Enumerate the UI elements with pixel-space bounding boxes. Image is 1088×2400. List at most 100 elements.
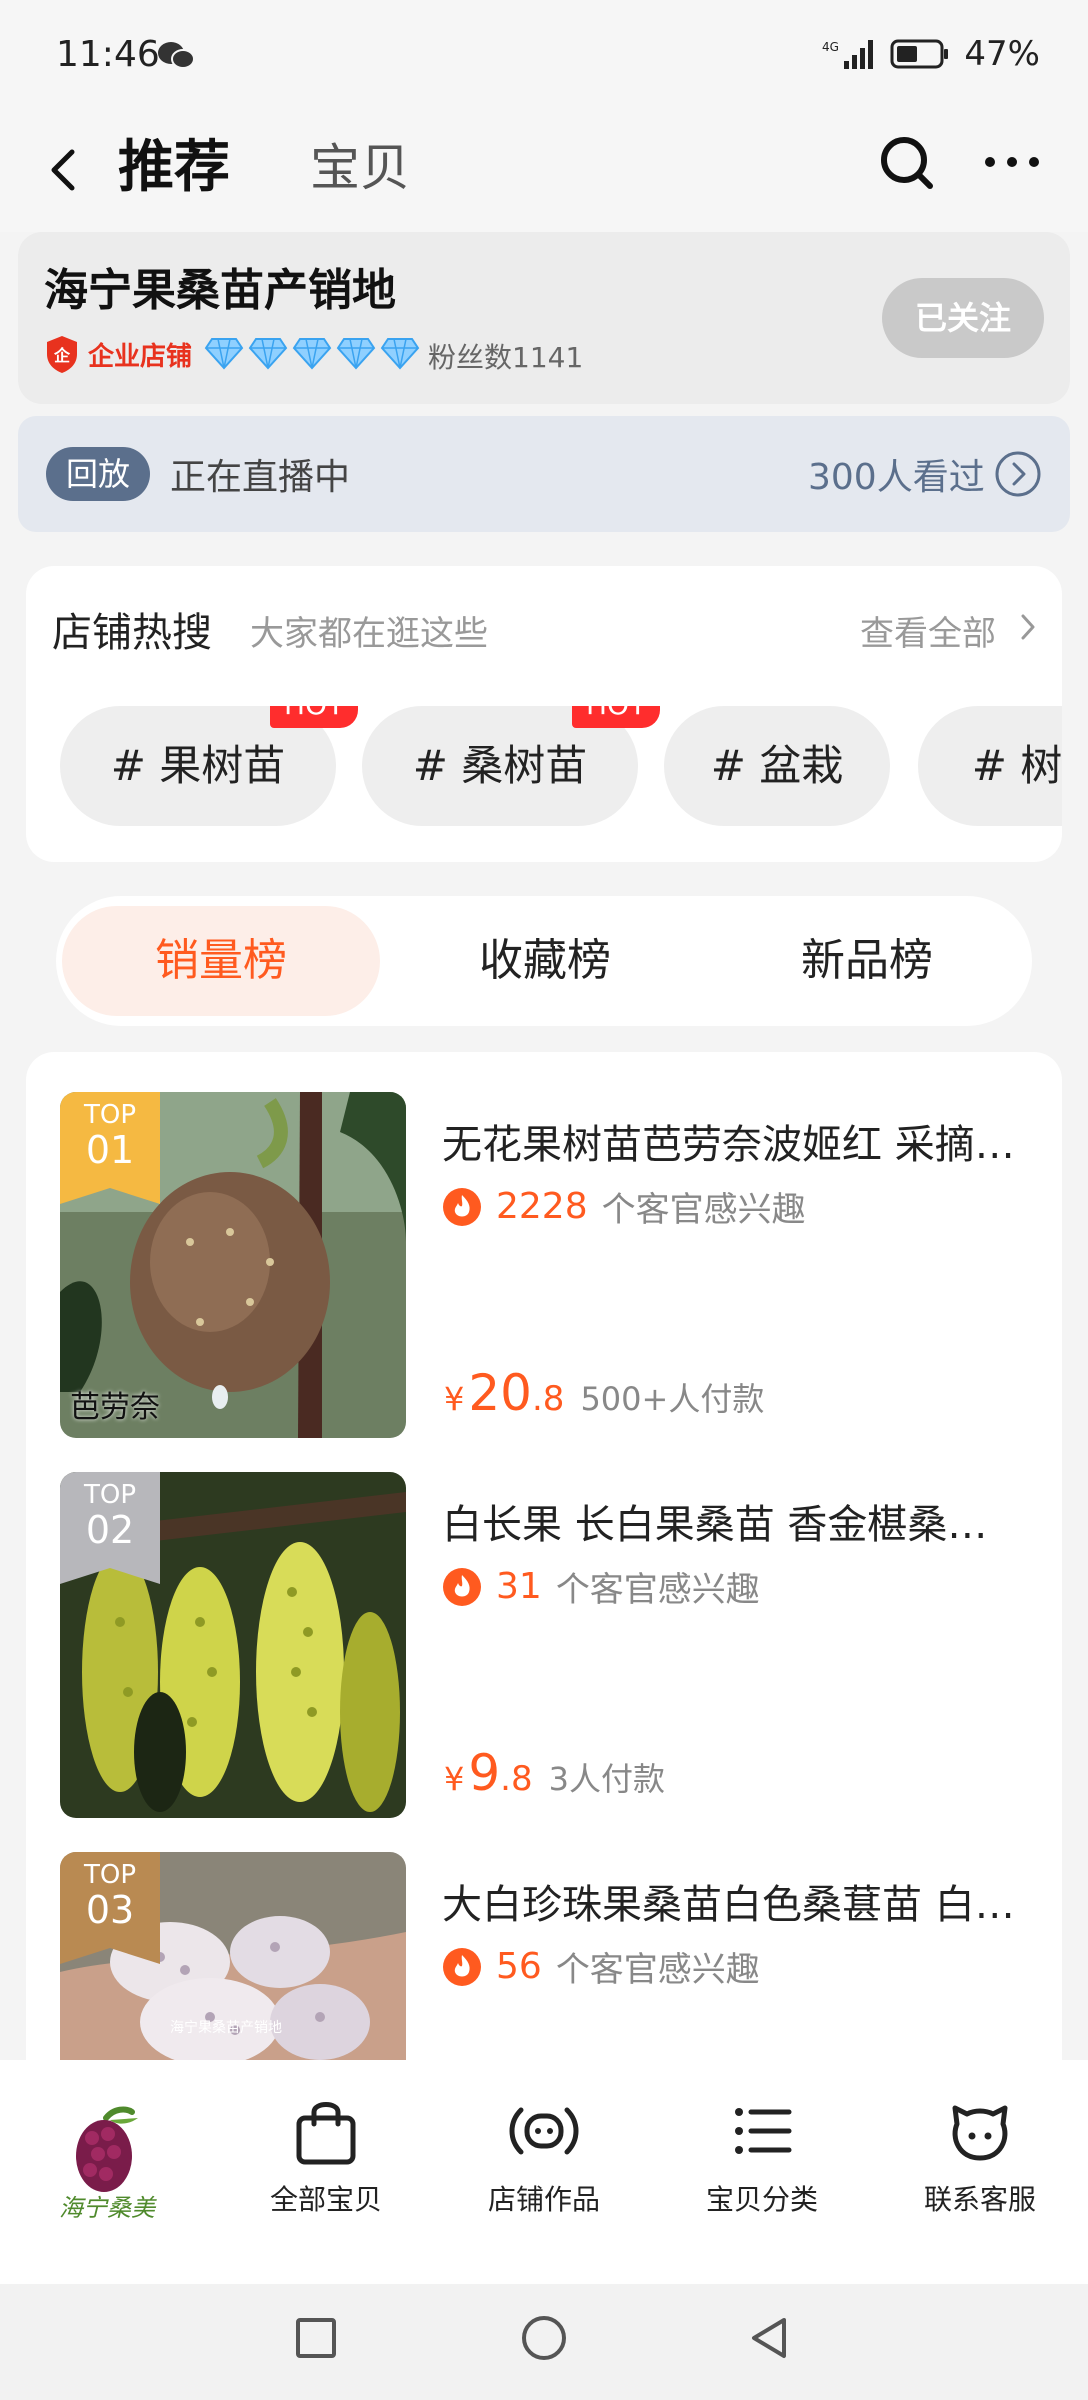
tab-sales-ranking[interactable]: 销量榜 (62, 906, 380, 1016)
tab-items[interactable]: 宝贝 (310, 128, 410, 200)
store-logo[interactable]: 海宁桑美 (48, 2098, 166, 2238)
image-caption: 芭劳奈 (70, 1390, 160, 1425)
product-title[interactable]: 无花果树苗芭劳奈波姬红 采摘… (442, 1112, 1042, 1170)
nav-store-works[interactable]: 店铺作品 (464, 2094, 624, 2218)
list-icon (735, 2108, 792, 2154)
replay-badge: 回放 (46, 447, 150, 501)
interest-label: 个客官感兴趣 (601, 1190, 806, 1230)
recent-apps-icon[interactable] (296, 2318, 336, 2358)
hot-tag[interactable]: # 盆栽 (664, 706, 890, 826)
paid-count: 3人付款 (548, 1760, 665, 1798)
nav-label: 店铺作品 (487, 2183, 600, 2216)
shield-icon: 企 (47, 336, 77, 373)
rank-top-label: TOP (83, 1860, 137, 1890)
store-logo-text: 海宁桑美 (59, 2194, 157, 2222)
image-caption: 海宁果桑苗产销地 (170, 2019, 282, 2036)
follow-button[interactable]: 已关注 (882, 278, 1044, 358)
svg-text:企: 企 (53, 346, 71, 365)
interest-number: 2228 (496, 1186, 588, 1227)
price-integer: 20 (468, 1364, 532, 1422)
svg-text:4G: 4G (822, 40, 839, 54)
rank-number: 03 (85, 1888, 135, 1932)
fan-count: 粉丝数1141 (428, 341, 584, 374)
system-back-icon[interactable] (746, 2314, 790, 2362)
hot-search-subtitle: 大家都在逛这些 (250, 614, 488, 654)
product-price: ¥ 20 .8 500+人付款 (444, 1364, 764, 1422)
product-item[interactable]: TOP 01 芭劳奈 无花果树苗芭劳奈波姬红 采摘… 2228 个客官感兴趣 ¥… (26, 1052, 1062, 1438)
nav-categories[interactable]: 宝贝分类 (682, 2094, 842, 2218)
top-navigation: 推荐 宝贝 (0, 112, 1088, 232)
product-image[interactable]: 海宁果桑苗产销地 TOP 03 (60, 1852, 406, 2062)
battery-icon (890, 39, 949, 69)
search-icon[interactable] (876, 132, 936, 192)
fire-icon (443, 1567, 481, 1606)
hot-badge: HOT (270, 706, 359, 728)
back-arrow-icon[interactable] (40, 134, 90, 204)
viewer-count: 300人看过 (808, 457, 985, 498)
fire-icon (443, 1187, 481, 1226)
enterprise-store-text: 企业店铺 (88, 341, 193, 372)
hot-tag-label: # 桑树苗 (412, 741, 588, 790)
bottom-navigation: 海宁桑美 全部宝贝 店铺作品 宝贝分类 联系客服 (0, 2060, 1088, 2284)
diamond-icon (292, 338, 332, 370)
view-all-link[interactable]: 查看全部 (860, 606, 996, 655)
enterprise-store-badge: 企 企业店铺 (44, 334, 192, 374)
nav-label: 联系客服 (923, 2183, 1036, 2216)
product-title[interactable]: 大白珍珠果桑苗白色桑葚苗 白… (442, 1872, 1042, 1930)
home-icon[interactable] (522, 2316, 566, 2360)
arrow-circle-right-icon[interactable] (994, 450, 1042, 498)
paid-count: 500+人付款 (580, 1380, 765, 1418)
product-image[interactable]: TOP 02 (60, 1472, 406, 1818)
hot-tag-label: # 树苗 (971, 741, 1062, 790)
product-title[interactable]: 白长果 长白果桑苗 香金椹桑… (442, 1492, 1042, 1550)
wechat-icon (158, 42, 195, 69)
rank-flag-bronze: TOP 03 (60, 1852, 160, 1964)
shop-info-card[interactable]: 海宁果桑苗产销地 企 企业店铺 粉丝数1141 已关注 (18, 232, 1070, 404)
hot-tag[interactable]: # 树苗 (918, 706, 1062, 826)
status-time: 11:46 (56, 34, 160, 75)
shop-rating-diamonds (204, 336, 420, 370)
interest-number: 56 (496, 1946, 542, 1987)
nav-label: 宝贝分类 (705, 2183, 818, 2216)
live-status: 正在直播中 (170, 457, 351, 498)
price-decimal: .8 (531, 1379, 565, 1419)
interest-count: 2228 个客官感兴趣 (442, 1182, 806, 1231)
system-navigation-bar (0, 2284, 1088, 2400)
interest-count: 31 个客官感兴趣 (442, 1562, 760, 1611)
diamond-icon (204, 338, 244, 370)
live-stream-bar[interactable]: 回放 正在直播中 300人看过 (18, 416, 1070, 532)
interest-number: 31 (496, 1566, 542, 1607)
nav-label: 全部宝贝 (269, 2183, 382, 2216)
product-image[interactable]: TOP 01 芭劳奈 (60, 1092, 406, 1438)
status-icons: 4G 47% (822, 34, 1040, 74)
hot-tag-label: # 果树苗 (110, 741, 286, 790)
tab-recommend[interactable]: 推荐 (118, 122, 230, 203)
shopping-bag-icon (296, 2102, 356, 2165)
hot-badge: HOT (572, 706, 661, 728)
hot-tag[interactable]: # 桑树苗 HOT (362, 706, 661, 826)
rank-number: 01 (85, 1128, 135, 1172)
store-hot-search: 店铺热搜 大家都在逛这些 查看全部 # 果树苗 HOT # 桑树苗 HOT # … (26, 566, 1062, 862)
price-integer: 9 (468, 1744, 501, 1802)
battery-percent: 47% (964, 34, 1040, 74)
product-ranking-list: TOP 01 芭劳奈 无花果树苗芭劳奈波姬红 采摘… 2228 个客官感兴趣 ¥… (26, 1052, 1062, 2062)
rank-flag-silver: TOP 02 (60, 1472, 160, 1584)
chevron-right-icon[interactable] (1018, 612, 1038, 642)
more-options-icon[interactable] (980, 142, 1044, 182)
fire-icon (443, 1947, 481, 1986)
product-item[interactable]: 海宁果桑苗产销地 TOP 03 大白珍珠果桑苗白色桑葚苗 白… 56 个客官感兴… (26, 1812, 1062, 2062)
hot-tag[interactable]: # 果树苗 HOT (60, 706, 359, 826)
interest-count: 56 个客官感兴趣 (442, 1942, 760, 1991)
nav-customer-service[interactable]: 联系客服 (900, 2094, 1060, 2218)
broadcast-icon (509, 2107, 579, 2155)
tab-new-ranking[interactable]: 新品榜 (708, 906, 1026, 1016)
customer-service-icon (952, 2105, 1008, 2161)
tab-favorites-ranking[interactable]: 收藏榜 (386, 906, 704, 1016)
nav-all-items[interactable]: 全部宝贝 (246, 2094, 406, 2218)
rank-flag-gold: TOP 01 (60, 1092, 160, 1204)
rank-top-label: TOP (83, 1100, 137, 1130)
signal-icon: 4G (822, 40, 874, 69)
diamond-icon (380, 338, 420, 370)
product-item[interactable]: TOP 02 白长果 长白果桑苗 香金椹桑… 31 个客官感兴趣 ¥ 9 .8 … (26, 1432, 1062, 1818)
price-decimal: .8 (500, 1759, 533, 1799)
